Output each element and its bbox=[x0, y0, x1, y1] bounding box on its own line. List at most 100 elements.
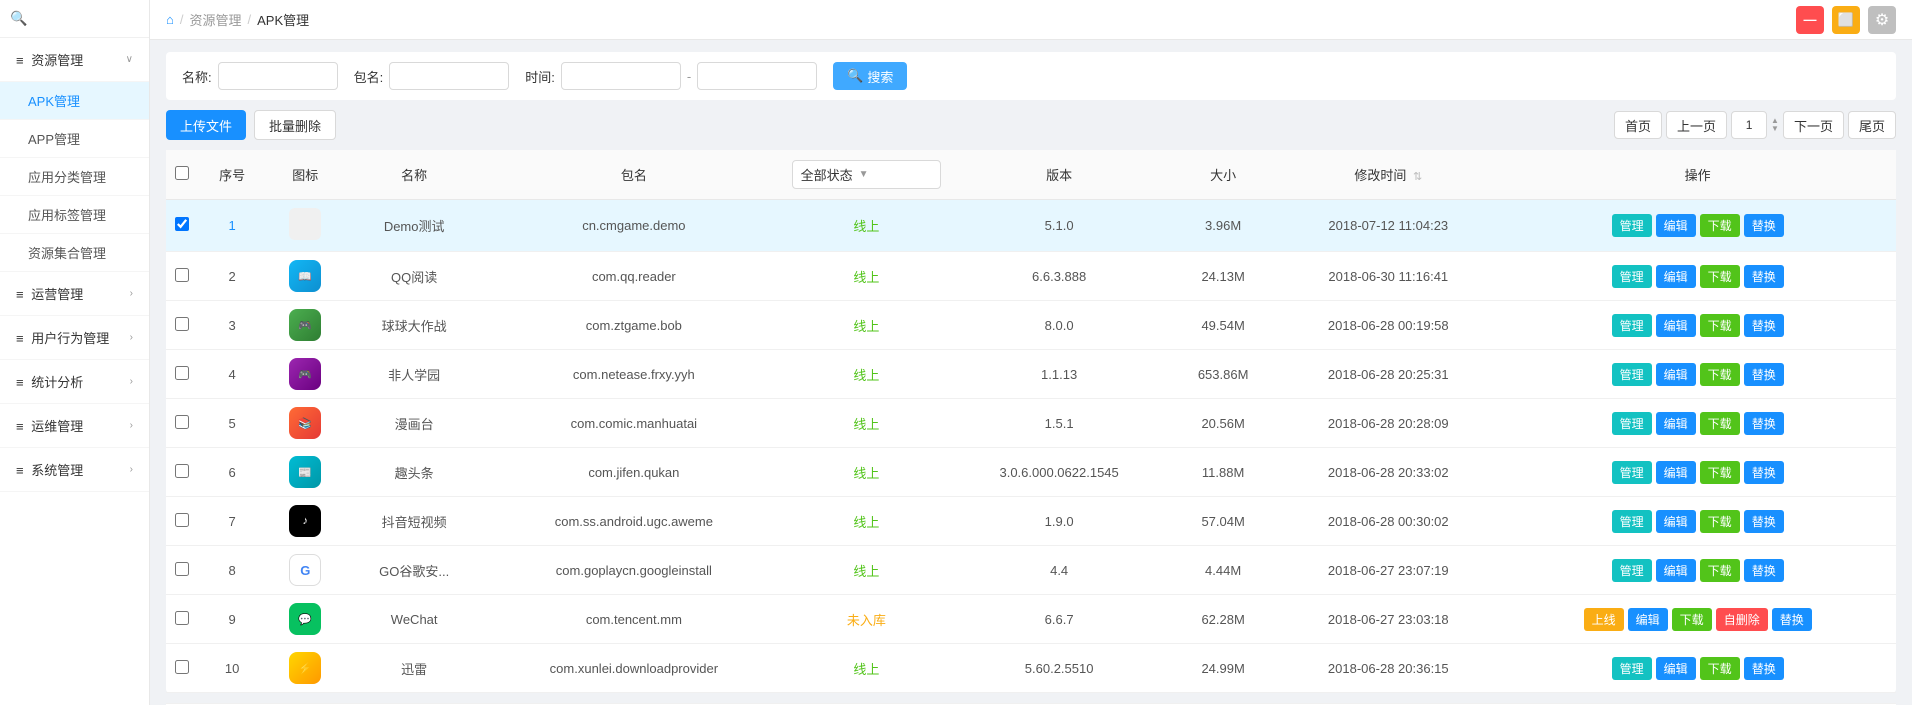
action-btn-download[interactable]: 下载 bbox=[1700, 657, 1740, 680]
table-row: 10⚡迅雷com.xunlei.downloadprovider线上5.60.2… bbox=[166, 644, 1896, 693]
action-btn-replace[interactable]: 替换 bbox=[1744, 214, 1784, 237]
action-btn-replace[interactable]: 替换 bbox=[1744, 314, 1784, 337]
select-all-checkbox[interactable] bbox=[175, 166, 189, 180]
cell-modified: 2018-07-12 11:04:23 bbox=[1277, 200, 1499, 252]
action-btn-download[interactable]: 下载 bbox=[1700, 214, 1740, 237]
action-btn-edit[interactable]: 编辑 bbox=[1656, 657, 1696, 680]
row-checkbox-9[interactable] bbox=[175, 611, 189, 625]
th-name: 名称 bbox=[344, 150, 484, 200]
sidebar-item-system[interactable]: ≡ 系统管理 › bbox=[0, 448, 149, 492]
sidebar-item-resources[interactable]: ≡ 资源管理 ∨ bbox=[0, 38, 149, 82]
action-btn-edit[interactable]: 编辑 bbox=[1656, 314, 1696, 337]
action-btn-download[interactable]: 下载 bbox=[1700, 314, 1740, 337]
cell-name: GO谷歌安... bbox=[344, 546, 484, 595]
sidebar-item-operations[interactable]: ≡ 运营管理 › bbox=[0, 272, 149, 316]
action-btn-replace[interactable]: 替换 bbox=[1744, 265, 1784, 288]
action-btn-replace[interactable]: 替换 bbox=[1744, 363, 1784, 386]
last-page-btn-top[interactable]: 尾页 bbox=[1848, 111, 1896, 139]
status-filter-label: 全部状态 bbox=[801, 165, 853, 184]
first-page-btn-top[interactable]: 首页 bbox=[1614, 111, 1662, 139]
row-checkbox-3[interactable] bbox=[175, 317, 189, 331]
action-btn-replace[interactable]: 替换 bbox=[1772, 608, 1812, 631]
row-checkbox-2[interactable] bbox=[175, 268, 189, 282]
seq-link[interactable]: 1 bbox=[229, 218, 236, 233]
action-btn-replace[interactable]: 替换 bbox=[1744, 461, 1784, 484]
action-btn-download[interactable]: 下载 bbox=[1700, 363, 1740, 386]
action-btn-download[interactable]: 下载 bbox=[1672, 608, 1712, 631]
row-checkbox-8[interactable] bbox=[175, 562, 189, 576]
row-checkbox-10[interactable] bbox=[175, 660, 189, 674]
action-btn-replace[interactable]: 替换 bbox=[1744, 559, 1784, 582]
action-btn-edit[interactable]: 编辑 bbox=[1656, 412, 1696, 435]
chevron-icon-ops: › bbox=[130, 288, 133, 299]
app-icon-thunder: ⚡ bbox=[289, 652, 321, 684]
sidebar-item-ops-mgmt[interactable]: ≡ 运维管理 › bbox=[0, 404, 149, 448]
action-btn-online[interactable]: 上线 bbox=[1584, 608, 1624, 631]
page-arrows-top[interactable]: ▲ ▼ bbox=[1771, 117, 1779, 133]
action-btn-replace[interactable]: 替换 bbox=[1744, 412, 1784, 435]
action-btn-replace[interactable]: 替换 bbox=[1744, 657, 1784, 680]
page-number-top: 1 bbox=[1731, 111, 1767, 139]
row-checkbox-4[interactable] bbox=[175, 366, 189, 380]
time-end-input[interactable] bbox=[697, 62, 817, 90]
table-row: 6📰趣头条com.jifen.qukan线上3.0.6.000.0622.154… bbox=[166, 448, 1896, 497]
action-btn-edit[interactable]: 编辑 bbox=[1656, 265, 1696, 288]
row-checkbox-6[interactable] bbox=[175, 464, 189, 478]
action-btn-download[interactable]: 下载 bbox=[1700, 461, 1740, 484]
action-btn-edit[interactable]: 编辑 bbox=[1656, 510, 1696, 533]
action-btn-manage[interactable]: 管理 bbox=[1612, 214, 1652, 237]
th-status[interactable]: 全部状态 ▼ bbox=[784, 150, 950, 200]
action-btn-edit[interactable]: 编辑 bbox=[1656, 363, 1696, 386]
main-content: ⌂ / 资源管理 / APK管理 — ⬜ ⚙ 名称: 包名: 时间: bbox=[150, 0, 1912, 705]
breadcrumb-sep2: / bbox=[248, 12, 252, 27]
table-row: 8GGO谷歌安...com.goplaycn.googleinstall线上4.… bbox=[166, 546, 1896, 595]
sidebar-sub-item-apk[interactable]: APK管理 bbox=[0, 82, 149, 120]
upload-button[interactable]: 上传文件 bbox=[166, 110, 246, 140]
gear-icon[interactable]: ⚙ bbox=[1868, 6, 1896, 34]
action-btn-download[interactable]: 下载 bbox=[1700, 412, 1740, 435]
action-btn-delete[interactable]: 自删除 bbox=[1716, 608, 1768, 631]
sidebar-sub-item-category[interactable]: 应用分类管理 bbox=[0, 158, 149, 196]
breadcrumb-sep1: / bbox=[180, 12, 184, 27]
row-checkbox-5[interactable] bbox=[175, 415, 189, 429]
sidebar-sub-item-tags[interactable]: 应用标签管理 bbox=[0, 196, 149, 234]
sidebar-search[interactable]: 🔍 bbox=[0, 0, 149, 38]
action-btn-manage[interactable]: 管理 bbox=[1612, 559, 1652, 582]
action-btn-download[interactable]: 下载 bbox=[1700, 265, 1740, 288]
sidebar-sub-item-app[interactable]: APP管理 bbox=[0, 120, 149, 158]
action-btn-edit[interactable]: 编辑 bbox=[1656, 461, 1696, 484]
action-btn-edit[interactable]: 编辑 bbox=[1628, 608, 1668, 631]
action-btn-manage[interactable]: 管理 bbox=[1612, 461, 1652, 484]
action-btn-manage[interactable]: 管理 bbox=[1612, 412, 1652, 435]
row-checkbox-1[interactable] bbox=[175, 217, 189, 231]
package-input[interactable] bbox=[389, 62, 509, 90]
action-btn-manage[interactable]: 管理 bbox=[1612, 510, 1652, 533]
sidebar-sub-item-collection[interactable]: 资源集合管理 bbox=[0, 234, 149, 272]
action-btn-group: 管理编辑下载替换 bbox=[1507, 363, 1888, 386]
sidebar-item-user-behavior[interactable]: ≡ 用户行为管理 › bbox=[0, 316, 149, 360]
search-button[interactable]: 🔍 搜索 bbox=[833, 62, 907, 90]
name-input[interactable] bbox=[218, 62, 338, 90]
action-btn-edit[interactable]: 编辑 bbox=[1656, 214, 1696, 237]
cell-size: 57.04M bbox=[1169, 497, 1277, 546]
row-checkbox-7[interactable] bbox=[175, 513, 189, 527]
action-btn-manage[interactable]: 管理 bbox=[1612, 265, 1652, 288]
action-btn-download[interactable]: 下载 bbox=[1700, 510, 1740, 533]
action-btn-edit[interactable]: 编辑 bbox=[1656, 559, 1696, 582]
action-btn-manage[interactable]: 管理 bbox=[1612, 314, 1652, 337]
batch-delete-button[interactable]: 批量删除 bbox=[254, 110, 336, 140]
prev-page-btn-top[interactable]: 上一页 bbox=[1666, 111, 1727, 139]
th-modified[interactable]: 修改时间 ⇅ bbox=[1277, 150, 1499, 200]
page-down-arrow[interactable]: ▼ bbox=[1771, 125, 1779, 133]
action-btn-manage[interactable]: 管理 bbox=[1612, 363, 1652, 386]
breadcrumb-resources[interactable]: 资源管理 bbox=[189, 10, 241, 29]
action-btn-replace[interactable]: 替换 bbox=[1744, 510, 1784, 533]
sidebar-item-stats[interactable]: ≡ 统计分析 › bbox=[0, 360, 149, 404]
action-btn-manage[interactable]: 管理 bbox=[1612, 657, 1652, 680]
header-btn-yellow[interactable]: ⬜ bbox=[1832, 6, 1860, 34]
home-icon[interactable]: ⌂ bbox=[166, 12, 174, 27]
time-start-input[interactable] bbox=[561, 62, 681, 90]
next-page-btn-top[interactable]: 下一页 bbox=[1783, 111, 1844, 139]
header-btn-red[interactable]: — bbox=[1796, 6, 1824, 34]
action-btn-download[interactable]: 下载 bbox=[1700, 559, 1740, 582]
